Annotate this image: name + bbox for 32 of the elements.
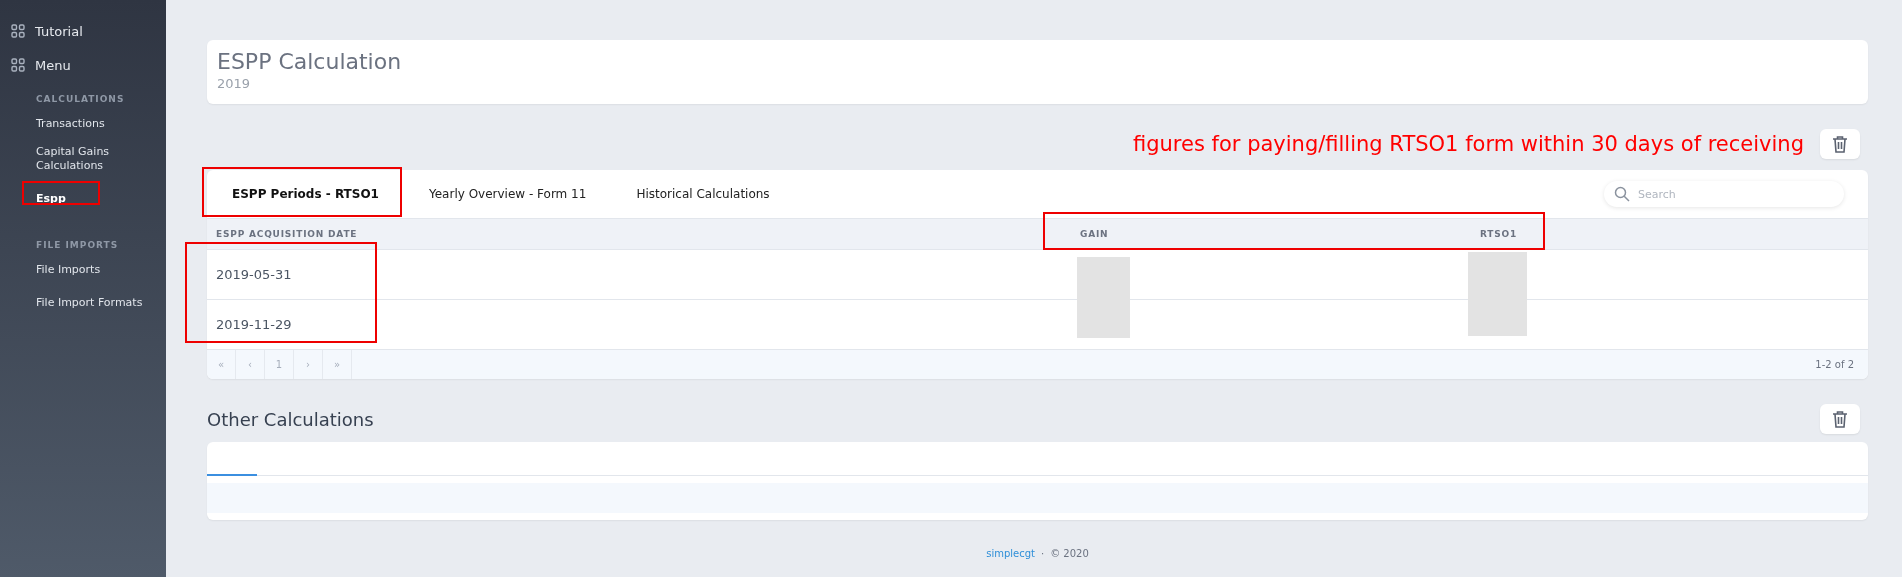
section-heading: FILE IMPORTS	[35, 240, 120, 250]
table-cell-text: 2019-05-31	[215, 267, 293, 282]
tab[interactable]: Yearly Overview - Form 11	[403, 170, 612, 218]
trash-icon	[1832, 135, 1848, 153]
delete-button[interactable]	[1820, 404, 1860, 434]
search-field[interactable]: Search	[1604, 181, 1844, 207]
section-title: Other Calculations	[207, 408, 374, 430]
tab[interactable]: ESPP Periods - RTSO1	[207, 170, 404, 218]
nav-item[interactable]: Transactions	[36, 117, 105, 131]
nav-item[interactable]: File Import Formats	[36, 296, 143, 310]
annotation-note: figures for paying/filling RTSO1 form within 30 days of receiving	[1133, 132, 1804, 156]
grid-icon	[11, 58, 25, 72]
section-heading: CALCULATIONS	[35, 94, 126, 104]
nav-item[interactable]: File Imports	[36, 263, 101, 277]
nav-item[interactable]: Espp	[36, 192, 66, 206]
grid-icon	[11, 24, 25, 38]
footer-separator: ·	[1040, 548, 1045, 559]
column-header: ESPP ACQUISITION DATE	[215, 229, 359, 239]
trash-icon	[1832, 410, 1848, 428]
page-title: ESPP Calculation	[217, 48, 403, 76]
page-subtitle: 2019	[217, 76, 252, 91]
nav-item[interactable]: Tutorial	[35, 23, 83, 39]
nav-item[interactable]: Menu	[35, 57, 71, 73]
column-header: GAIN	[1079, 229, 1110, 239]
table-cell-text: 2019-11-29	[215, 317, 293, 332]
page-summary: 1-2 of 2	[1815, 359, 1854, 370]
copyright-text: © 2020	[1050, 548, 1089, 559]
tab-underline	[207, 474, 257, 476]
delete-button[interactable]	[1820, 129, 1860, 159]
column-header: RTSO1	[1479, 229, 1519, 239]
tab[interactable]: Historical Calculations	[611, 170, 795, 218]
nav-item[interactable]: Capital Gains Calculations	[36, 145, 158, 173]
